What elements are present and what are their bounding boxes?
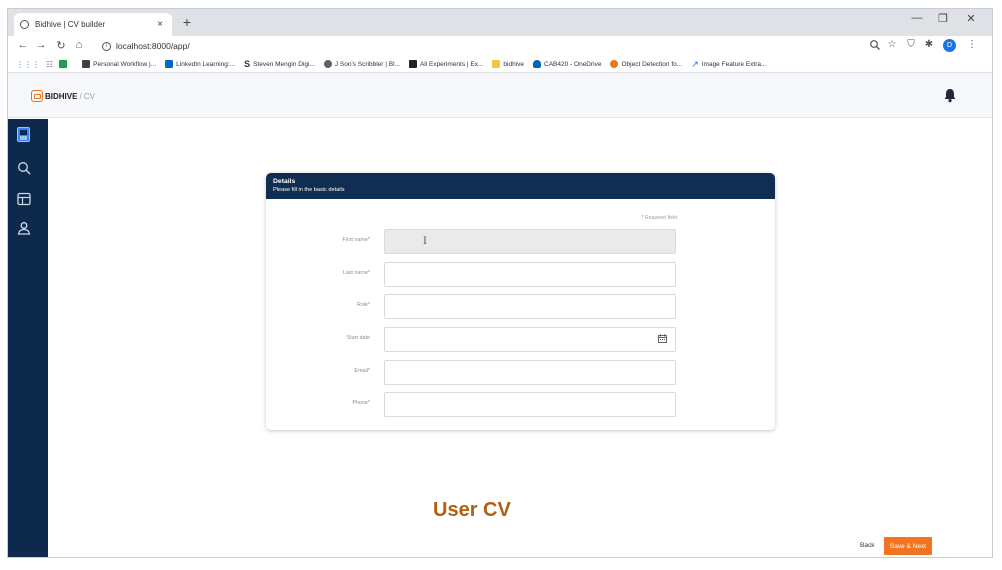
first-name-field[interactable] [384, 229, 676, 254]
phone-label: Phone* [352, 400, 370, 406]
minimize-icon[interactable]: — [906, 12, 928, 24]
window-close-icon[interactable]: ✕ [960, 12, 982, 25]
url-text: localhost:8000/app/ [116, 41, 190, 51]
globe-icon [20, 20, 29, 29]
bookmark-icon-a[interactable]: ☷ [46, 60, 53, 69]
role-field[interactable] [384, 294, 676, 319]
site-info-icon[interactable]: i [102, 41, 111, 51]
sidebar-item-cv[interactable] [16, 127, 31, 142]
bookmark-item[interactable]: LinkedIn Learning:... [165, 60, 235, 68]
restore-icon[interactable]: ❐ [932, 12, 954, 25]
bookmark-item[interactable]: ↗ Image Feature Extra... [691, 59, 766, 70]
address-bar-row: ← → ↻ ⌂ i localhost:8000/app/ ☆ ⛉ ✱ D ⋮ [8, 36, 992, 56]
bookmark-item[interactable]: CAB420 - OneDrive [533, 60, 601, 68]
start-date-field[interactable] [384, 327, 676, 352]
browser-window: Bidhive | CV builder × + — ❐ ✕ ← → ↻ ⌂ i… [7, 8, 993, 558]
bookmark-favicon [533, 60, 542, 68]
layout-icon [16, 192, 31, 205]
role-row: Role* [266, 294, 775, 319]
home-icon[interactable]: ⌂ [72, 39, 86, 51]
browser-menu-icon[interactable]: ⋮ [965, 39, 979, 50]
bookmark-item[interactable]: Object Detection fo... [610, 60, 682, 68]
card-header: Details Please fill in the basic details [266, 173, 775, 199]
bookmark-item[interactable]: All Experiments | Ex... [408, 60, 483, 68]
page-heading: User CV [433, 499, 511, 521]
bookmark-favicon [492, 60, 501, 68]
bookmark-item[interactable]: S Steven Mengin Digi... [244, 59, 315, 69]
main-content: Details Please fill in the basic details… [48, 119, 992, 557]
phone-field[interactable] [384, 392, 676, 417]
first-name-row: First name* I [266, 229, 775, 254]
profile-avatar[interactable]: D [943, 39, 956, 52]
tab-strip: Bidhive | CV builder × + — ❐ ✕ [8, 9, 992, 36]
app-header: BIDHIVE / CV [8, 73, 992, 118]
extensions-puzzle-icon[interactable]: ✱ [922, 39, 936, 50]
tab-close-icon[interactable]: × [154, 19, 166, 30]
sidebar-item-search[interactable] [16, 160, 31, 175]
details-card: Details Please fill in the basic details… [266, 173, 775, 430]
sidebar [8, 119, 48, 557]
bookmark-favicon [408, 60, 417, 68]
bookmark-favicon [323, 60, 332, 68]
document-icon [17, 127, 30, 142]
sidebar-item-layout[interactable] [16, 191, 31, 206]
apps-grid-icon[interactable]: ⋮⋮⋮ [16, 60, 40, 69]
bookmark-favicon [610, 60, 619, 68]
extension-shield-icon[interactable]: ⛉ [904, 39, 918, 50]
user-icon [17, 221, 30, 235]
phone-row: Phone* [266, 392, 775, 417]
email-label: Email* [354, 368, 370, 374]
bookmark-favicon: ↗ [691, 58, 699, 69]
bookmark-item[interactable]: Personal Workflow |... [82, 60, 156, 68]
reload-icon[interactable]: ↻ [54, 39, 68, 52]
search-icon [17, 161, 30, 174]
bookmark-icon-b[interactable] [59, 60, 70, 68]
browser-tab[interactable]: Bidhive | CV builder × [14, 13, 172, 36]
save-and-next-button[interactable]: Save & Next [884, 537, 932, 555]
bidhive-logo[interactable]: BIDHIVE / CV [31, 90, 95, 102]
back-button[interactable]: Back [856, 537, 878, 554]
start-date-label: Start date [346, 335, 370, 341]
email-row: Email* [266, 360, 775, 385]
forward-arrow-icon[interactable]: → [34, 39, 48, 51]
bookmark-item[interactable]: J Son's Scribbler | Bl... [323, 60, 400, 68]
bell-icon[interactable] [943, 87, 957, 103]
new-tab-button[interactable]: + [179, 14, 195, 30]
start-date-row: Start date [266, 327, 775, 352]
last-name-row: Last name* [266, 262, 775, 287]
bookmark-item[interactable]: bidhive [492, 60, 524, 68]
first-name-label: First name* [342, 237, 370, 243]
back-arrow-icon[interactable]: ← [16, 39, 30, 51]
bookmark-star-icon[interactable]: ☆ [885, 39, 899, 50]
email-field[interactable] [384, 360, 676, 385]
zoom-icon[interactable] [868, 39, 882, 51]
text-cursor-icon: I [423, 236, 427, 247]
tab-title: Bidhive | CV builder [35, 20, 106, 29]
bookmarks-bar: ⋮⋮⋮ ☷ Personal Workflow |... LinkedIn Le… [8, 56, 992, 73]
bookmark-favicon [82, 60, 91, 68]
bidhive-logo-icon [31, 90, 43, 102]
last-name-label: Last name* [342, 270, 370, 276]
required-note: * Required field [641, 215, 678, 221]
role-label: Role* [356, 302, 370, 308]
bookmark-favicon: S [244, 59, 251, 69]
breadcrumb: / CV [79, 91, 96, 101]
card-subtitle: Please fill in the basic details [273, 187, 345, 193]
last-name-field[interactable] [384, 262, 676, 287]
sidebar-item-user[interactable] [16, 220, 31, 235]
url-field[interactable]: i localhost:8000/app/ [102, 38, 968, 54]
calendar-icon[interactable] [658, 334, 667, 343]
bookmark-favicon [165, 60, 174, 68]
card-title: Details [273, 178, 296, 185]
